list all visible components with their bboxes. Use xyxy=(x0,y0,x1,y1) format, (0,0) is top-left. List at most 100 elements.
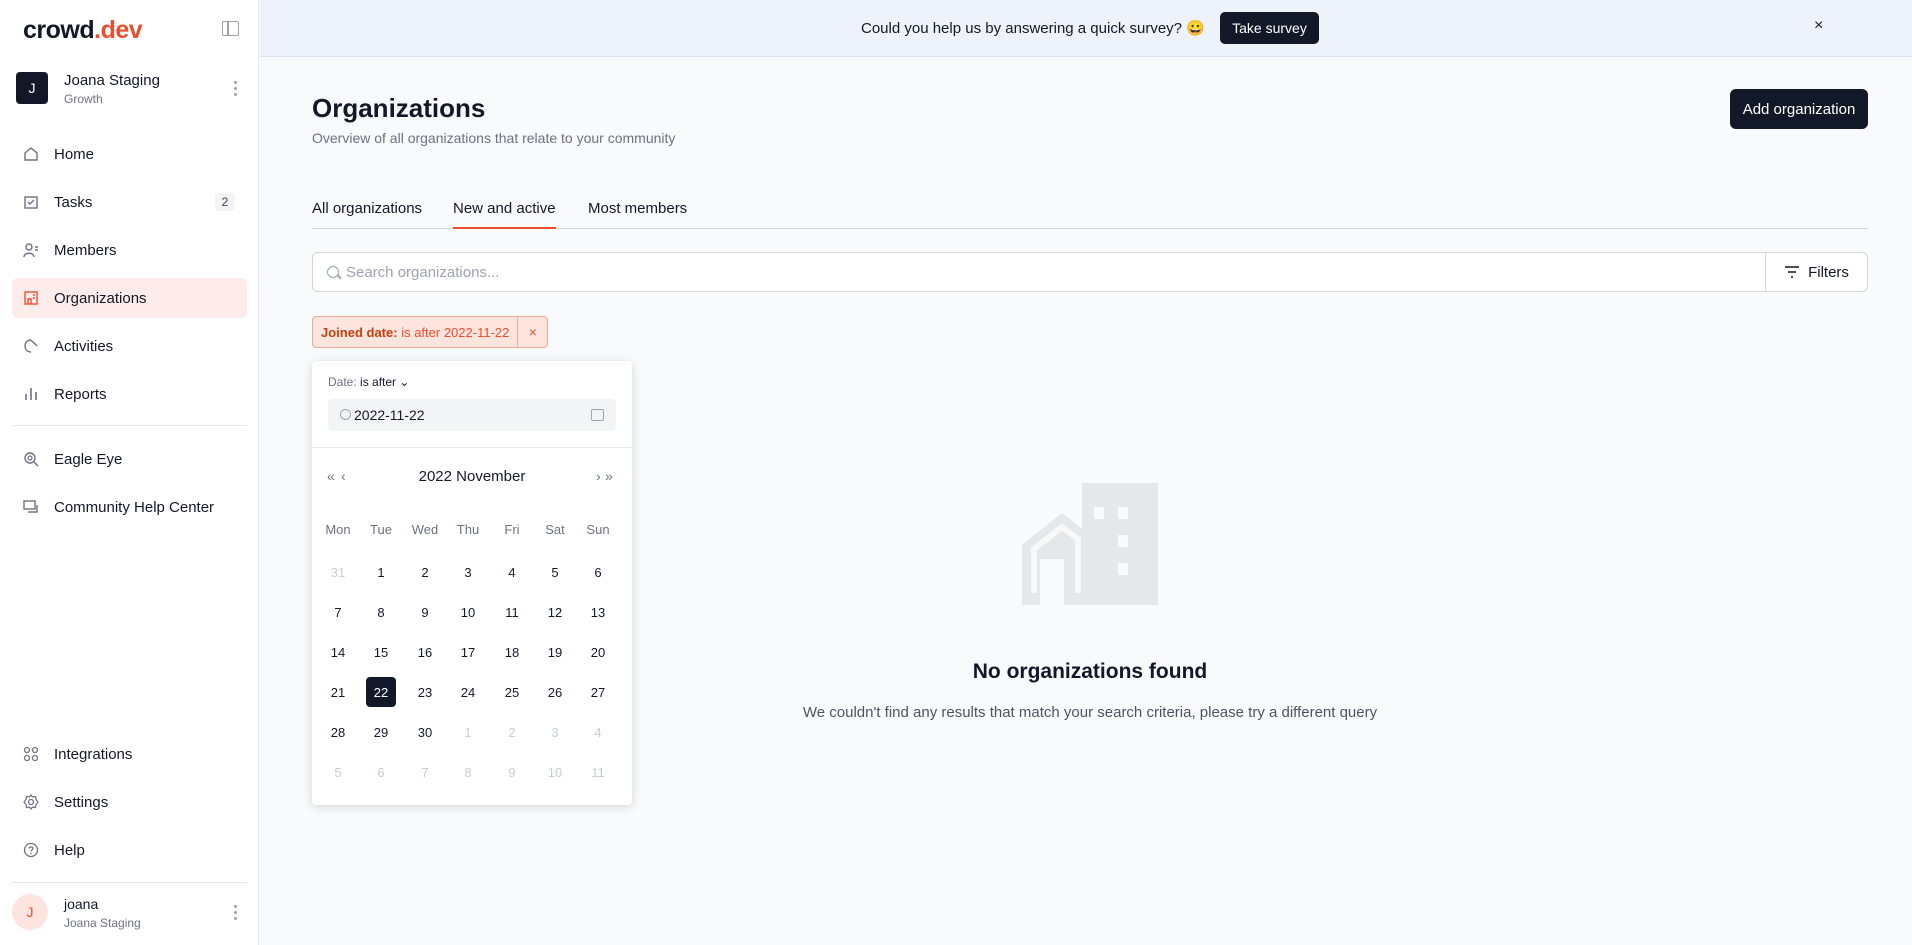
calendar-day[interactable]: 7 xyxy=(323,597,353,627)
calendar-day[interactable]: 28 xyxy=(323,717,353,747)
calendar-day[interactable]: 18 xyxy=(497,637,527,667)
calendar-day[interactable]: 7 xyxy=(410,757,440,787)
calendar-day[interactable]: 10 xyxy=(540,757,570,787)
sidebar-item-members[interactable]: Members xyxy=(12,230,247,270)
calendar-day[interactable]: 25 xyxy=(497,677,527,707)
weekday-label: Wed xyxy=(411,522,439,537)
calendar-day[interactable]: 13 xyxy=(583,597,613,627)
calendar-day[interactable]: 20 xyxy=(583,637,613,667)
calendar-day[interactable]: 15 xyxy=(366,637,396,667)
page-title: Organizations xyxy=(312,93,486,123)
next-year-icon[interactable]: » xyxy=(605,468,613,484)
calendar-day[interactable]: 14 xyxy=(323,637,353,667)
operator-select[interactable]: Date: is after ⌄ xyxy=(328,375,409,389)
tabs: All organizations New and active Most me… xyxy=(312,196,1868,229)
sidebar-item-community-help-center[interactable]: Community Help Center xyxy=(12,487,247,527)
search-icon xyxy=(327,266,339,278)
calendar-day[interactable]: 11 xyxy=(583,757,613,787)
date-input[interactable]: 2022-11-22 xyxy=(328,399,616,431)
calendar-title: 2022 November xyxy=(418,468,526,485)
calendar-day[interactable]: 2 xyxy=(497,717,527,747)
calendar-day[interactable]: 26 xyxy=(540,677,570,707)
filter-chip[interactable]: Joined date: is after 2022-11-22 × xyxy=(312,316,549,348)
calendar-day[interactable]: 6 xyxy=(366,757,396,787)
tab-most-members[interactable]: Most members xyxy=(588,200,687,229)
calendar-day-selected[interactable]: 22 xyxy=(366,677,396,707)
next-month-icon[interactable]: › xyxy=(596,468,601,484)
calendar-header: « ‹ 2022 November › » xyxy=(312,468,632,488)
sidebar-item-settings[interactable]: Settings xyxy=(12,782,247,822)
organizations-icon xyxy=(24,291,38,305)
workspace-name: Joana Staging xyxy=(64,72,160,89)
close-icon[interactable]: × xyxy=(1814,17,1823,35)
user-name: joana xyxy=(64,896,99,912)
calendar-day[interactable]: 9 xyxy=(410,597,440,627)
workspace-switcher[interactable]: J Joana Staging Growth xyxy=(16,72,246,108)
calendar-day[interactable]: 27 xyxy=(583,677,613,707)
calendar-day[interactable]: 19 xyxy=(540,637,570,667)
reports-icon xyxy=(25,388,37,400)
clear-icon[interactable] xyxy=(340,409,351,420)
tab-all-organizations[interactable]: All organizations xyxy=(312,200,422,229)
members-icon xyxy=(23,243,38,258)
take-survey-button[interactable]: Take survey xyxy=(1220,12,1319,44)
add-organization-button[interactable]: Add organization xyxy=(1730,89,1868,129)
calendar-day[interactable]: 17 xyxy=(453,637,483,667)
sidebar-item-help[interactable]: Help xyxy=(12,830,247,870)
calendar-day[interactable]: 3 xyxy=(540,717,570,747)
sidebar-item-label: Tasks xyxy=(54,194,93,211)
home-icon xyxy=(24,147,38,161)
remove-filter-icon[interactable]: × xyxy=(517,317,547,347)
user-workspace: Joana Staging xyxy=(64,916,141,930)
filters-button[interactable]: Filters xyxy=(1765,253,1867,291)
app-logo[interactable]: crowd.dev xyxy=(23,16,143,45)
calendar-day[interactable]: 6 xyxy=(583,557,613,587)
calendar-day[interactable]: 8 xyxy=(453,757,483,787)
calendar-day[interactable]: 10 xyxy=(453,597,483,627)
sidebar-item-activities[interactable]: Activities xyxy=(12,326,247,366)
weekday-label: Sat xyxy=(545,522,565,537)
calendar-day[interactable]: 11 xyxy=(497,597,527,627)
calendar-day[interactable]: 31 xyxy=(323,557,353,587)
sidebar-item-label: Home xyxy=(54,146,95,163)
calendar-day[interactable]: 5 xyxy=(323,757,353,787)
help-icon xyxy=(23,842,39,858)
workspace-avatar: J xyxy=(16,72,48,104)
sidebar-item-organizations[interactable]: Organizations xyxy=(12,278,247,318)
sidebar-item-label: Activities xyxy=(54,338,114,355)
calendar-day[interactable]: 5 xyxy=(540,557,570,587)
calendar-day[interactable]: 21 xyxy=(323,677,353,707)
user-menu[interactable]: J joana Joana Staging xyxy=(12,890,247,936)
sidebar-item-tasks[interactable]: Tasks 2 xyxy=(12,182,247,222)
calendar-day[interactable]: 9 xyxy=(497,757,527,787)
calendar-day[interactable]: 29 xyxy=(366,717,396,747)
sidebar-divider xyxy=(12,425,247,426)
empty-state-subtitle: We couldn't find any results that match … xyxy=(802,704,1378,721)
sidebar-divider xyxy=(12,882,247,883)
calendar-day[interactable]: 30 xyxy=(410,717,440,747)
empty-state-title: No organizations found xyxy=(972,660,1208,683)
calendar-day[interactable]: 4 xyxy=(497,557,527,587)
sidebar-item-reports[interactable]: Reports xyxy=(12,374,247,414)
workspace-menu-icon[interactable] xyxy=(234,81,238,97)
calendar-icon xyxy=(591,409,604,421)
user-menu-icon[interactable] xyxy=(234,905,238,921)
calendar-day[interactable]: 1 xyxy=(366,557,396,587)
calendar-day[interactable]: 23 xyxy=(410,677,440,707)
sidebar-item-integrations[interactable]: Integrations xyxy=(12,734,247,774)
calendar-day[interactable]: 12 xyxy=(540,597,570,627)
calendar-day[interactable]: 16 xyxy=(410,637,440,667)
eagle-eye-icon xyxy=(24,452,39,467)
calendar-day[interactable]: 8 xyxy=(366,597,396,627)
tab-new-and-active[interactable]: New and active xyxy=(453,200,556,229)
weekday-label: Mon xyxy=(325,522,351,537)
calendar-day[interactable]: 2 xyxy=(410,557,440,587)
calendar-day[interactable]: 4 xyxy=(583,717,613,747)
sidebar-item-home[interactable]: Home xyxy=(12,134,247,174)
calendar-day[interactable]: 3 xyxy=(453,557,483,587)
sidebar-collapse-icon[interactable] xyxy=(222,21,239,36)
calendar-day[interactable]: 24 xyxy=(453,677,483,707)
sidebar-item-eagle-eye[interactable]: Eagle Eye xyxy=(12,439,247,479)
calendar-day[interactable]: 1 xyxy=(453,717,483,747)
search-input[interactable] xyxy=(346,253,1726,291)
